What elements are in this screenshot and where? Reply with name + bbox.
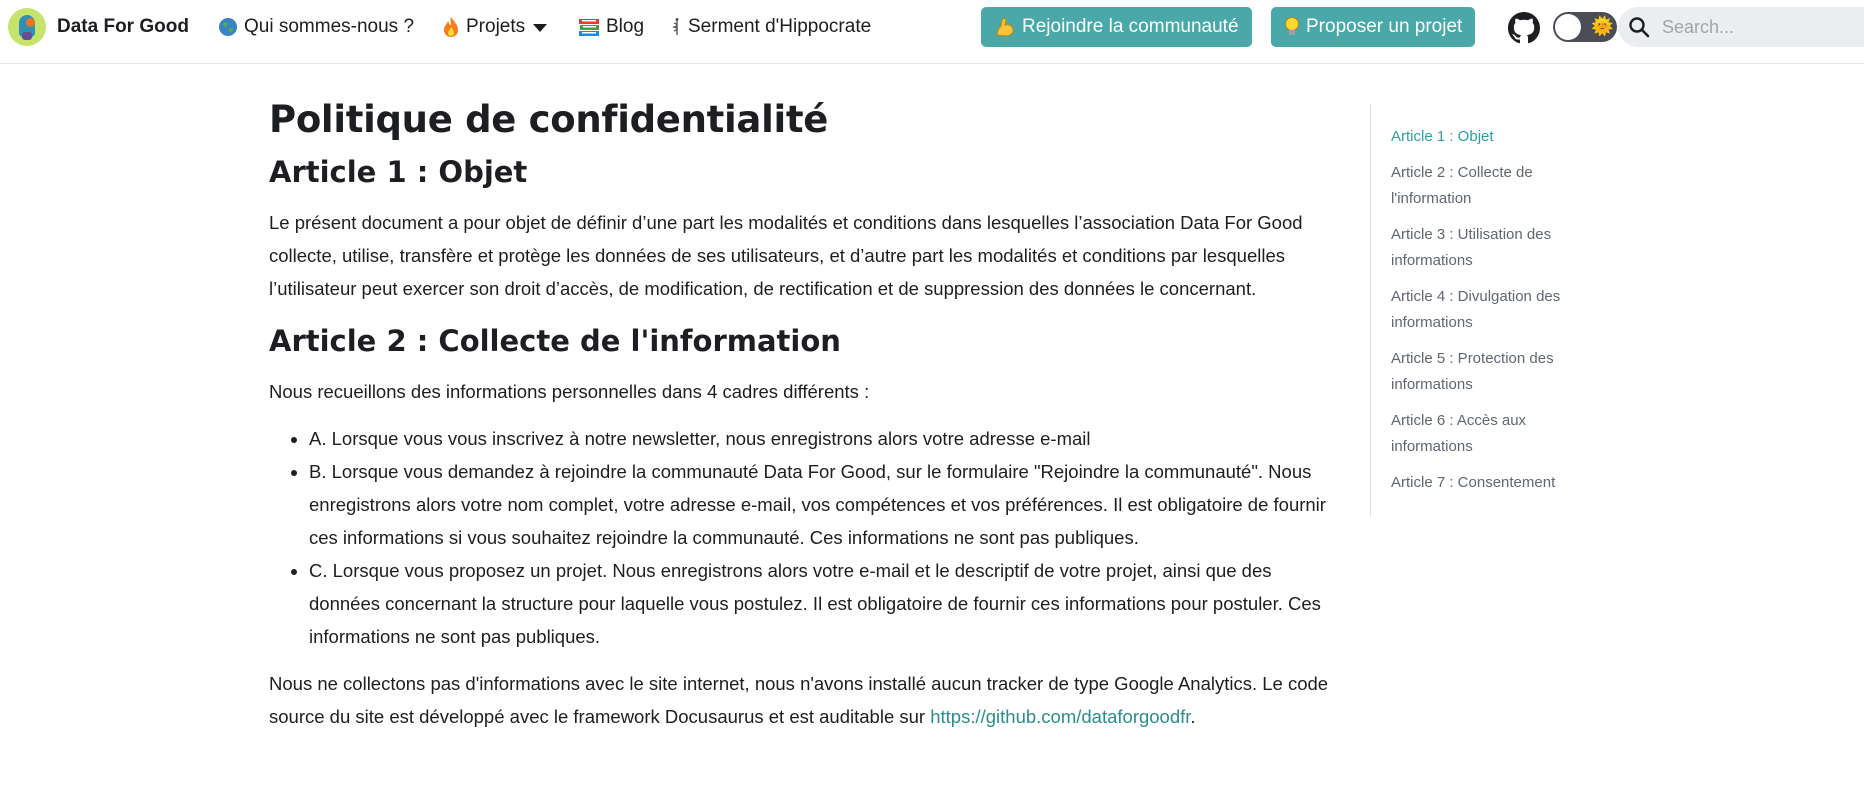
sun-icon: 🌞 xyxy=(1591,16,1614,37)
navbar: Data For Good Qui sommes-nous ? Projets … xyxy=(0,0,1864,64)
list-item: A. Lorsque vous vous inscrivez à notre n… xyxy=(309,422,1329,455)
nav-item-projets[interactable]: Projets xyxy=(442,14,548,40)
article-2-heading: Article 2 : Collecte de l'information xyxy=(269,324,841,358)
nav-item-serment[interactable]: Serment d'Hippocrate xyxy=(672,14,871,40)
flexed-biceps-icon xyxy=(994,16,1016,38)
caduceus-icon xyxy=(672,17,682,37)
table-of-contents: Article 1 : Objet Article 2 : Collecte d… xyxy=(1370,104,1570,516)
github-icon[interactable] xyxy=(1508,12,1540,44)
toc-item-article-6[interactable]: Article 6 : Accès aux informations xyxy=(1391,408,1570,460)
light-bulb-icon xyxy=(1284,16,1300,38)
join-community-button[interactable]: Rejoindre la communauté xyxy=(981,7,1252,47)
nav-item-label: Qui sommes-nous ? xyxy=(244,16,415,37)
nav-item-qui-sommes-nous[interactable]: Qui sommes-nous ? xyxy=(218,14,414,40)
article-1-heading: Article 1 : Objet xyxy=(269,155,528,189)
nav-item-label: Projets xyxy=(466,16,526,37)
search-icon xyxy=(1628,16,1650,38)
globe-icon xyxy=(218,17,238,37)
theme-toggle[interactable]: 🌞 xyxy=(1553,12,1617,42)
brand-name: Data For Good xyxy=(57,16,189,37)
toc-item-article-4[interactable]: Article 4 : Divulgation des informations xyxy=(1391,284,1570,336)
github-link[interactable]: https://github.com/dataforgoodfr xyxy=(930,706,1190,727)
article-2-outro: Nous ne collectons pas d'informations av… xyxy=(269,667,1329,733)
toc-item-article-2[interactable]: Article 2 : Collecte de l'information xyxy=(1391,160,1570,212)
fire-icon xyxy=(442,16,460,38)
outro-end: . xyxy=(1190,706,1196,727)
article-1-text: Le présent document a pour objet de défi… xyxy=(269,212,1303,299)
join-community-label: Rejoindre la communauté xyxy=(1022,16,1239,37)
brand-link[interactable]: Data For Good xyxy=(8,8,189,46)
nav-item-label: Serment d'Hippocrate xyxy=(688,16,872,37)
nav-item-label: Blog xyxy=(606,16,645,37)
list-item: B. Lorsque vous demandez à rejoindre la … xyxy=(309,455,1329,554)
books-icon xyxy=(578,17,600,37)
chevron-down-icon xyxy=(533,24,548,32)
page-title: Politique de confidentialité xyxy=(269,98,829,141)
article-2-intro: Nous recueillons des informations person… xyxy=(269,381,870,402)
toc-item-article-5[interactable]: Article 5 : Protection des informations xyxy=(1391,346,1570,398)
article-content: Politique de confidentialité Article 1 :… xyxy=(269,96,1329,733)
collection-list: A. Lorsque vous vous inscrivez à notre n… xyxy=(269,422,1329,653)
nav-item-blog[interactable]: Blog xyxy=(578,14,644,40)
toc-item-article-7[interactable]: Article 7 : Consentement xyxy=(1391,470,1570,496)
search-input[interactable] xyxy=(1662,16,1852,38)
list-item: C. Lorsque vous proposez un projet. Nous… xyxy=(309,554,1329,653)
toc-item-article-1[interactable]: Article 1 : Objet xyxy=(1391,124,1570,150)
data-for-good-logo xyxy=(8,8,46,46)
propose-project-label: Proposer un projet xyxy=(1306,16,1463,37)
propose-project-button[interactable]: Proposer un projet xyxy=(1271,7,1476,47)
search-box xyxy=(1618,7,1864,47)
toggle-knob xyxy=(1555,14,1581,40)
toc-item-article-3[interactable]: Article 3 : Utilisation des informations xyxy=(1391,222,1570,274)
